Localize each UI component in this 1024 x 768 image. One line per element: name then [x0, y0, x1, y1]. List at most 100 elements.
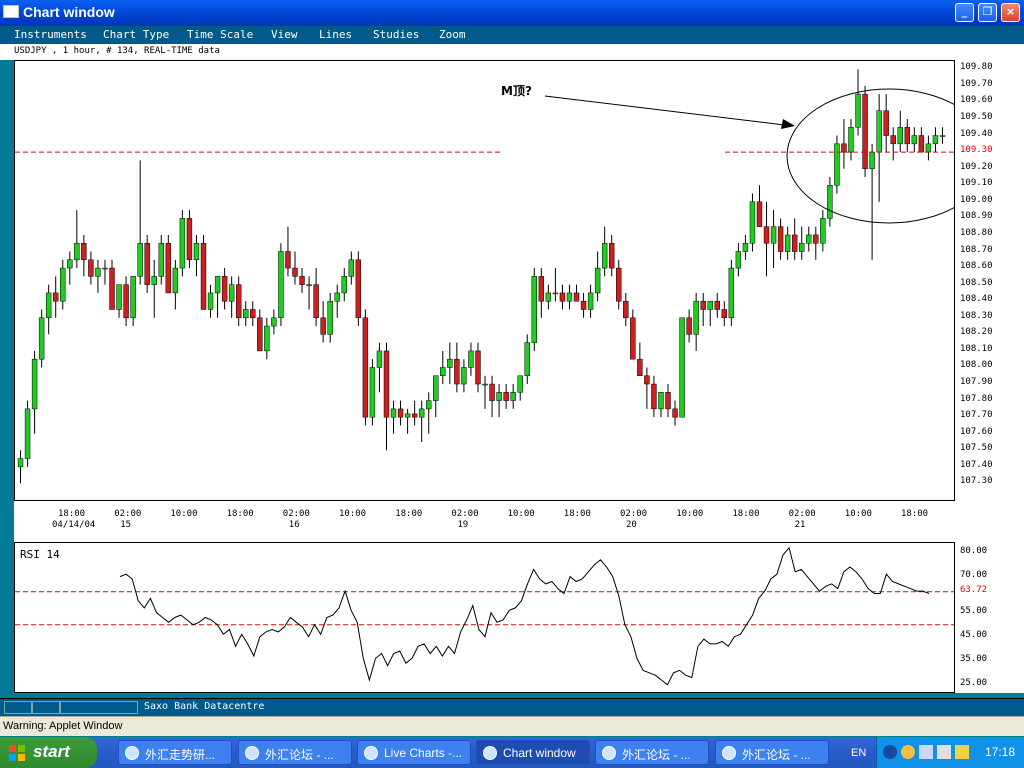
time-tick-label: 02:00	[620, 509, 648, 519]
time-tick-label: 10:00	[170, 509, 198, 519]
menu-studies[interactable]: Studies	[373, 28, 419, 41]
ie-icon	[125, 746, 139, 760]
warning-text: Warning: Applet Window	[3, 720, 123, 732]
candle-body	[573, 292, 580, 302]
candle-body	[883, 110, 889, 136]
task-item-active[interactable]: Chart window	[476, 740, 590, 765]
price-tick-label: 108.90	[960, 211, 993, 222]
task-item[interactable]: Live Charts -...	[357, 740, 471, 765]
rsi-axis	[955, 542, 1024, 693]
task-item[interactable]: 外汇走势研...	[118, 740, 232, 765]
window-title: Chart window	[23, 4, 115, 20]
candle-body	[207, 292, 214, 310]
candle-body	[45, 292, 52, 319]
candle-body	[890, 135, 896, 145]
candle-body	[390, 408, 397, 418]
menu-time-scale[interactable]: Time Scale	[187, 28, 253, 41]
price-tick-label: 108.10	[960, 343, 993, 354]
time-tick-label: 18:00	[732, 509, 760, 519]
candle-body	[559, 292, 566, 302]
candle-body	[630, 317, 636, 360]
candle-body	[320, 317, 326, 335]
candle-body	[355, 259, 362, 319]
ie-icon	[602, 746, 616, 760]
price-tick-label: 108.80	[960, 227, 993, 238]
candle-body	[235, 284, 242, 319]
candle-body	[116, 284, 122, 310]
price-tick-label: 107.80	[960, 393, 993, 404]
menu-view[interactable]: View	[271, 28, 298, 41]
candle-body	[186, 218, 193, 261]
task-item[interactable]: 外汇论坛 - ...	[595, 740, 709, 765]
windows-flag-icon	[9, 745, 25, 761]
price-tick-label: 107.40	[960, 459, 993, 470]
candle-body	[623, 300, 629, 319]
candle-body	[327, 300, 333, 335]
candle-body	[144, 242, 150, 285]
title-bar: Chart window _ ❐ ×	[0, 0, 1024, 26]
tray-shield-icon[interactable]	[955, 745, 969, 759]
candle-body	[594, 267, 601, 294]
status-pin-icon[interactable]	[4, 701, 32, 714]
language-indicator[interactable]: EN	[851, 747, 866, 759]
candle-body	[130, 276, 136, 319]
candle-body	[791, 234, 798, 252]
tray-messenger-icon[interactable]	[901, 745, 915, 759]
rsi-tick-label: 45.00	[960, 629, 988, 640]
candle-body	[151, 276, 157, 285]
candle-body	[468, 350, 474, 368]
price-tick-label: 107.30	[960, 476, 993, 487]
menu-instruments[interactable]: Instruments	[14, 28, 87, 41]
candle-body	[454, 358, 460, 385]
time-tick-label: 18:00	[226, 509, 254, 519]
candle-body	[362, 317, 369, 418]
candle-body	[918, 135, 925, 153]
candle-body	[932, 135, 939, 145]
date-tick-label: 20	[626, 520, 637, 530]
candle-body	[700, 300, 706, 310]
menu-zoom[interactable]: Zoom	[439, 28, 466, 41]
candle-body	[552, 292, 559, 295]
price-tick-label: 108.20	[960, 327, 993, 338]
candle-body	[221, 276, 228, 302]
candle-body	[411, 413, 418, 418]
time-tick-label: 02:00	[114, 509, 142, 519]
price-tick-label: 108.30	[960, 310, 993, 321]
ie-icon	[245, 746, 259, 760]
candle-body	[735, 251, 742, 269]
task-item[interactable]: 外汇论坛 - ...	[715, 740, 829, 765]
status-crosshair-icon[interactable]	[32, 701, 60, 714]
tray-tool-icon[interactable]	[919, 745, 933, 759]
candle-body	[257, 317, 263, 352]
candle-body	[869, 151, 875, 169]
start-button[interactable]: start	[0, 737, 97, 768]
candle-body	[95, 267, 101, 277]
maximize-button[interactable]: ❐	[978, 3, 997, 22]
minimize-button[interactable]: _	[955, 3, 974, 22]
candle-body	[172, 267, 179, 294]
tray-network-icon[interactable]	[937, 745, 951, 759]
menu-lines[interactable]: Lines	[319, 28, 352, 41]
date-tick-label: 19	[457, 520, 469, 530]
rsi-tick-label: 35.00	[960, 653, 988, 664]
price-chart-panel[interactable]: M顶?	[14, 60, 955, 501]
candle-body	[433, 375, 439, 401]
status-cell	[60, 701, 138, 714]
task-label: 外汇论坛 - ...	[622, 748, 691, 762]
candle-body	[799, 242, 805, 252]
candle-body	[313, 284, 319, 319]
close-button[interactable]: ×	[1001, 3, 1020, 22]
price-tick-label: 107.50	[960, 443, 993, 454]
candle-body	[608, 242, 615, 269]
candle-body	[707, 300, 713, 310]
candle-body	[306, 284, 312, 286]
menu-chart-type[interactable]: Chart Type	[103, 28, 169, 41]
task-item[interactable]: 外汇论坛 - ...	[238, 740, 352, 765]
candle-body	[911, 135, 918, 145]
price-tick-label: 108.70	[960, 244, 993, 255]
price-tick-label: 109.50	[960, 111, 993, 122]
tray-arrow-icon[interactable]	[883, 745, 897, 759]
candle-body	[524, 342, 530, 377]
candle-body	[637, 358, 643, 377]
rsi-chart-panel[interactable]: RSI 14	[14, 542, 955, 693]
